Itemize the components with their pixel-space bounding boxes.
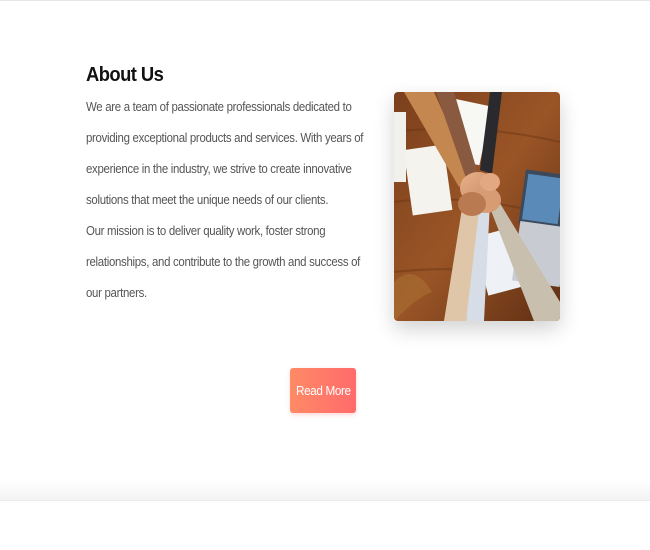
about-paragraph-mission: Our mission is to deliver quality work, … [86, 223, 361, 300]
read-more-button[interactable]: Read More [290, 368, 356, 413]
team-hands-image [394, 92, 560, 321]
about-section: About Us We are a team of passionate pro… [86, 64, 378, 308]
team-photo [394, 92, 560, 321]
top-divider [0, 0, 650, 1]
footer-separator [0, 480, 650, 501]
about-heading: About Us [86, 64, 164, 86]
read-more-label: Read More [295, 383, 351, 398]
about-page: About Us We are a team of passionate pro… [0, 0, 650, 550]
about-paragraph-intro: We are a team of passionate professional… [86, 99, 364, 207]
